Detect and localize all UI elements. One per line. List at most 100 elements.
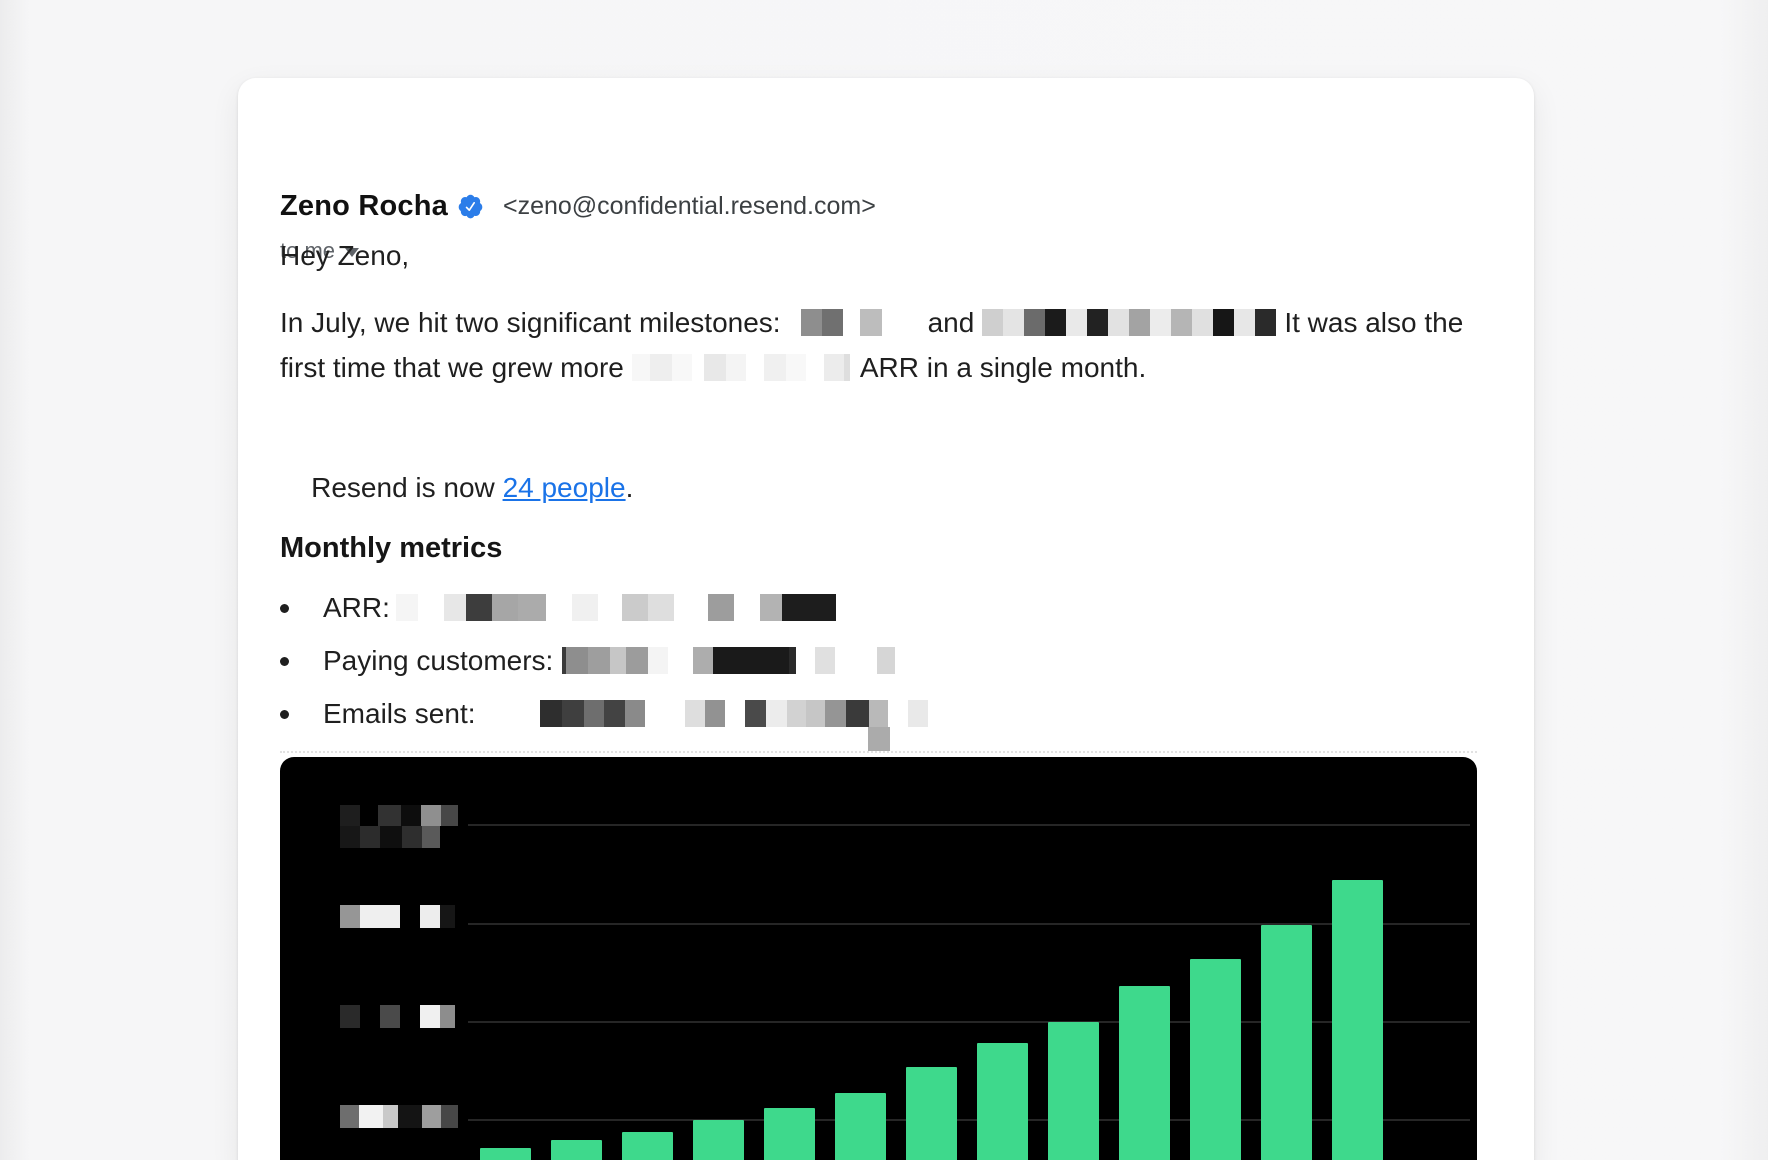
- chart-bar: [551, 1140, 602, 1160]
- chart-bar: [1261, 925, 1312, 1160]
- redaction-cell: [566, 647, 588, 674]
- bullet-icon: [280, 604, 289, 613]
- redaction-cell: [801, 309, 822, 336]
- redaction-cell: [1045, 309, 1066, 336]
- redaction-cell: [572, 594, 598, 621]
- chart-bar: [622, 1132, 673, 1160]
- arr-single-month-text: ARR in a single month.: [860, 345, 1146, 390]
- redaction-cell: [648, 594, 674, 621]
- list-item-arr: ARR:: [280, 581, 928, 634]
- redaction-cell: [650, 354, 672, 381]
- redaction-cell: [685, 700, 705, 727]
- redaction-cell: [786, 354, 806, 381]
- redaction-cell: [825, 700, 846, 727]
- metrics-list: ARR: Paying customers: Emails sent:: [280, 581, 928, 740]
- redacted-emails-sent-tail: [868, 727, 890, 751]
- grew-more-text: first time that we grew more: [280, 345, 624, 390]
- redaction-cell: [626, 647, 648, 674]
- redaction-cell: [908, 700, 928, 727]
- chart-gridline: [468, 824, 1470, 826]
- verified-badge-icon: [457, 193, 484, 220]
- redaction-cell: [466, 594, 492, 621]
- redaction-cell: [1255, 309, 1276, 336]
- redaction-cell: [668, 647, 693, 674]
- redaction-cell: [546, 594, 572, 621]
- redaction-cell: [764, 354, 786, 381]
- redaction-cell: [760, 594, 782, 621]
- milestones-line-1: In July, we hit two significant mileston…: [280, 300, 1463, 345]
- redaction-cell: [604, 700, 625, 727]
- redaction-cell: [692, 354, 704, 381]
- chart-gridline: [468, 1021, 1470, 1023]
- redaction-cell: [787, 700, 806, 727]
- redaction-cell: [1171, 309, 1192, 336]
- redaction-cell: [1066, 309, 1087, 336]
- sender-name[interactable]: Zeno Rocha: [280, 190, 448, 223]
- redaction-cell: [444, 594, 466, 621]
- chart-bar: [764, 1108, 815, 1160]
- metrics-heading: Monthly metrics: [280, 526, 502, 571]
- redaction-cell: [622, 594, 648, 621]
- chart-bar: [480, 1148, 531, 1160]
- redaction-cell: [746, 354, 764, 381]
- redaction-cell: [982, 309, 1003, 336]
- redaction-cell: [1150, 309, 1171, 336]
- redaction-cell: [822, 309, 843, 336]
- team-size-prefix: Resend is now: [311, 472, 502, 503]
- redaction-cell: [868, 727, 890, 751]
- redaction-cell: [1129, 309, 1150, 336]
- chart-bar: [835, 1093, 886, 1160]
- redaction-cell: [492, 594, 518, 621]
- redacted-milestone-2: [982, 309, 1276, 336]
- redaction-cell: [625, 700, 645, 727]
- redaction-cell: [806, 354, 824, 381]
- redacted-paying-customers-value: [562, 647, 895, 674]
- redaction-cell: [843, 309, 860, 336]
- redaction-cell: [835, 647, 877, 674]
- redaction-cell: [396, 594, 418, 621]
- redaction-cell: [418, 594, 444, 621]
- redaction-cell: [632, 354, 650, 381]
- redacted-milestone-1: [801, 309, 882, 336]
- arr-label: ARR:: [323, 592, 390, 624]
- milestones-text-1: In July, we hit two significant mileston…: [280, 300, 781, 345]
- chart-bar: [1190, 959, 1241, 1160]
- chart-plot: [280, 757, 1477, 1160]
- redaction-cell: [648, 647, 668, 674]
- redaction-cell: [860, 309, 882, 336]
- list-item-emails-sent: Emails sent:: [280, 687, 928, 740]
- redaction-cell: [789, 647, 796, 674]
- redaction-cell: [782, 594, 836, 621]
- redaction-cell: [745, 700, 766, 727]
- sender-address[interactable]: <zeno@confidential.resend.com>: [503, 192, 876, 221]
- redaction-cell: [734, 594, 760, 621]
- redacted-growth-amount: [632, 354, 850, 381]
- team-size-link[interactable]: 24 people: [503, 472, 626, 503]
- redacted-emails-sent-value: [540, 700, 928, 727]
- redaction-cell: [713, 647, 789, 674]
- redaction-cell: [815, 647, 835, 674]
- bullet-icon: [280, 657, 289, 666]
- redaction-cell: [1213, 309, 1234, 336]
- redaction-cell: [806, 700, 825, 727]
- redaction-cell: [1108, 309, 1129, 336]
- redaction-cell: [518, 594, 546, 621]
- redaction-cell: [1087, 309, 1108, 336]
- chart-bar: [1119, 986, 1170, 1160]
- chart-bar: [977, 1043, 1028, 1160]
- redaction-cell: [869, 700, 888, 727]
- chart-panel: [280, 757, 1477, 1160]
- redaction-artifact-line: [280, 751, 1477, 753]
- team-size-suffix: .: [626, 472, 634, 503]
- redaction-cell: [877, 647, 895, 674]
- redaction-cell: [1024, 309, 1045, 336]
- redaction-cell: [888, 700, 908, 727]
- email-header: Zeno Rocha <zeno@confidential.resend.com…: [280, 190, 876, 223]
- redaction-cell: [705, 700, 725, 727]
- redaction-cell: [1003, 309, 1024, 336]
- chart-bar: [1332, 880, 1383, 1160]
- redaction-cell: [584, 700, 604, 727]
- chart-bar: [906, 1067, 957, 1160]
- chart-gridline: [468, 923, 1470, 925]
- paying-customers-label: Paying customers:: [323, 645, 553, 677]
